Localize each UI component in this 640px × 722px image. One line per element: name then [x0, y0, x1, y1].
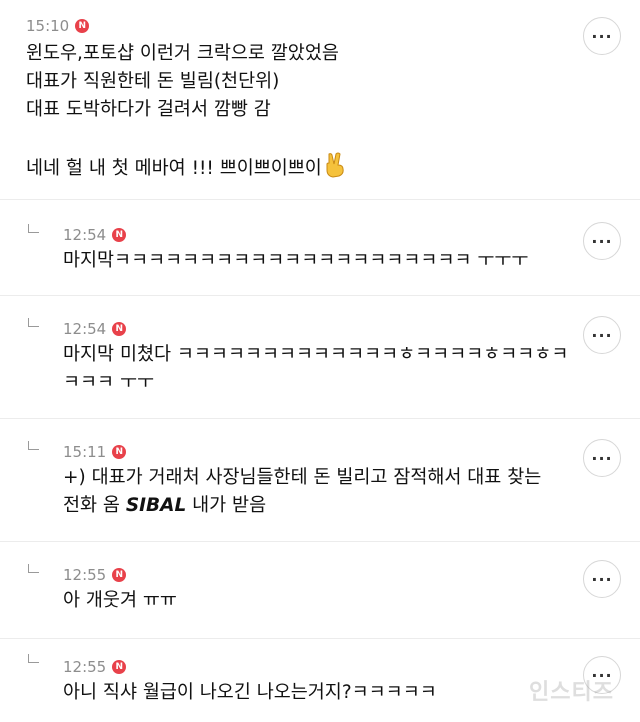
- new-badge-icon: N: [112, 660, 127, 674]
- comment-line: 윈도우,포토샵 이런거 크락으로 깔았었음: [26, 43, 339, 64]
- reply-arrow-icon: [28, 224, 39, 233]
- comment-line-mixed: 전화 옴 SIBAL 내가 받음: [63, 492, 541, 520]
- divider: [0, 418, 640, 419]
- new-badge-icon: N: [75, 19, 90, 33]
- divider: [0, 295, 640, 296]
- more-options-button[interactable]: ···: [583, 316, 621, 354]
- new-badge-icon: N: [112, 322, 127, 336]
- bold-italic-text: SIBAL: [125, 495, 187, 516]
- reply-arrow-icon: [28, 441, 39, 450]
- comment-time: 12:54: [63, 320, 107, 338]
- divider: [0, 638, 640, 639]
- more-options-button[interactable]: ···: [583, 439, 621, 477]
- comment-line: 아 개웃겨 ㅠㅠ: [63, 590, 177, 611]
- comment-meta: 12:55 N: [63, 566, 127, 584]
- comment-meta: 15:10 N: [26, 17, 90, 35]
- comment-line: +) 대표가 거래처 사장님들한테 돈 빌리고 잠적해서 대표 찾는: [63, 467, 542, 488]
- comment-body: 아니 직샤 월급이 나오긴 나오는거지?ㅋㅋㅋㅋㅋ: [63, 679, 437, 707]
- comment-body: 윈도우,포토샵 이런거 크락으로 깔았었음 대표가 직원한테 돈 빌림(천단위)…: [26, 40, 346, 180]
- more-options-button[interactable]: ···: [583, 560, 621, 598]
- divider: [0, 541, 640, 542]
- comment-line: 마지막 미쳤다 ㅋㅋㅋㅋㅋㅋㅋㅋㅋㅋㅋㅋㅋㅎㅋㅋㅋㅋㅎㅋㅋㅎㅋ: [63, 344, 569, 365]
- comment-line: 대표가 직원한테 돈 빌림(천단위): [26, 71, 280, 92]
- comment-meta: 12:55 N: [63, 658, 127, 676]
- more-options-button[interactable]: ···: [583, 222, 621, 260]
- comment-body: 아 개웃겨 ㅠㅠ: [63, 587, 177, 615]
- comment-meta: 12:54 N: [63, 320, 127, 338]
- reply-arrow-icon: [28, 318, 39, 327]
- comment-line: 마지막ㅋㅋㅋㅋㅋㅋㅋㅋㅋㅋㅋㅋㅋㅋㅋㅋㅋㅋㅋㅋㅋ ㅜㅜㅜ: [63, 250, 529, 271]
- comment-body: 마지막 미쳤다 ㅋㅋㅋㅋㅋㅋㅋㅋㅋㅋㅋㅋㅋㅎㅋㅋㅋㅋㅎㅋㅋㅎㅋ ㅋㅋㅋ ㅜㅜ: [63, 341, 568, 397]
- comment-body: +) 대표가 거래처 사장님들한테 돈 빌리고 잠적해서 대표 찾는 전화 옴 …: [63, 464, 541, 520]
- comment-body: 마지막ㅋㅋㅋㅋㅋㅋㅋㅋㅋㅋㅋㅋㅋㅋㅋㅋㅋㅋㅋㅋㅋ ㅜㅜㅜ: [63, 247, 528, 275]
- new-badge-icon: N: [112, 445, 127, 459]
- comment-line: 아니 직샤 월급이 나오긴 나오는거지?ㅋㅋㅋㅋㅋ: [63, 682, 437, 703]
- more-options-button[interactable]: ···: [583, 17, 621, 55]
- comment-line: 대표 도박하다가 걸려서 깜빵 감: [26, 99, 271, 120]
- comment-line: ㅋㅋㅋ ㅜㅜ: [63, 372, 154, 393]
- comment-time: 15:10: [26, 17, 70, 35]
- comment-time: 12:55: [63, 658, 107, 676]
- victory-hand-emoji-icon: [326, 152, 344, 178]
- new-badge-icon: N: [112, 568, 127, 582]
- comment-time: 12:54: [63, 226, 107, 244]
- comment-time: 12:55: [63, 566, 107, 584]
- site-watermark: 인스티즈: [529, 680, 614, 705]
- reply-arrow-icon: [28, 654, 39, 663]
- new-badge-icon: N: [112, 228, 127, 242]
- comment-meta: 12:54 N: [63, 226, 127, 244]
- comment-line: 네네 헐 내 첫 메바여 !!! 쁘이쁘이쁘이: [26, 158, 322, 179]
- comment-line-with-emoji: 네네 헐 내 첫 메바여 !!! 쁘이쁘이쁘이: [26, 152, 346, 180]
- comment-text: 내가 받음: [186, 495, 267, 516]
- reply-arrow-icon: [28, 564, 39, 573]
- comment-meta: 15:11 N: [63, 443, 127, 461]
- comment-time: 15:11: [63, 443, 107, 461]
- divider: [0, 199, 640, 200]
- comment-text: 전화 옴: [63, 495, 126, 516]
